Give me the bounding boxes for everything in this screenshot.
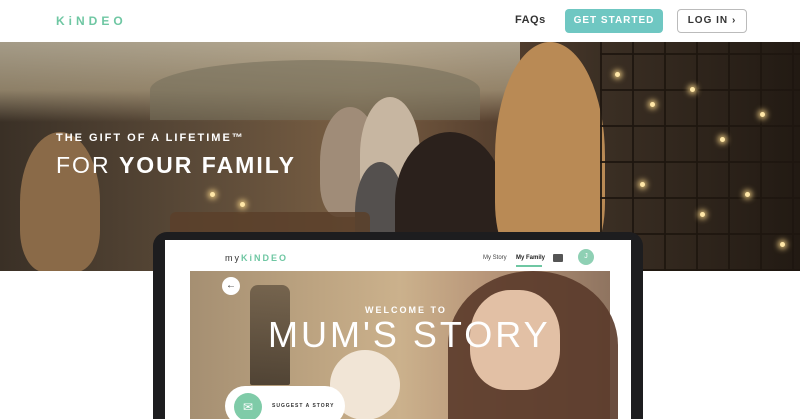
suggest-story-label[interactable]: SUGGEST A STORY: [272, 403, 334, 409]
hero-title-prefix: FOR: [56, 152, 119, 178]
active-tab-indicator: [516, 265, 542, 267]
avatar[interactable]: J: [578, 249, 594, 265]
story-title: MUM'S STORY: [268, 314, 551, 355]
string-light: [640, 182, 645, 187]
string-light: [615, 72, 620, 77]
string-light: [780, 242, 785, 247]
tab-my-family[interactable]: My Family: [516, 255, 545, 261]
login-button[interactable]: LOG IN ›: [677, 9, 747, 33]
string-light: [745, 192, 750, 197]
mykindeo-brand: KiNDEO: [241, 253, 289, 263]
hero-subtitle: THE GIFT OF A LIFETIME™: [56, 132, 245, 144]
string-light: [650, 102, 655, 107]
mykindeo-logo: myKiNDEO: [225, 253, 288, 263]
back-arrow-icon[interactable]: ←: [222, 277, 240, 295]
chevron-right-icon: ›: [731, 15, 737, 26]
candle-light: [240, 202, 245, 207]
get-started-button[interactable]: GET STARTED: [565, 9, 663, 33]
kindeo-logo[interactable]: KiNDEO: [56, 14, 127, 28]
candle-light: [210, 192, 215, 197]
hero-hill: [150, 60, 480, 120]
mykindeo-prefix: my: [225, 253, 241, 263]
hero-title-bold: YOUR FAMILY: [118, 152, 297, 178]
landing-page: KiNDEO FAQs GET STARTED LOG IN › THE GIF…: [0, 0, 800, 419]
string-light: [760, 112, 765, 117]
mail-icon[interactable]: [553, 254, 563, 262]
string-light: [700, 212, 705, 217]
tab-my-story[interactable]: My Story: [483, 255, 507, 261]
top-header: KiNDEO FAQs GET STARTED LOG IN ›: [0, 0, 800, 42]
login-label: LOG IN: [687, 15, 729, 26]
hero-title: FOR YOUR FAMILY: [56, 152, 296, 179]
string-light: [690, 87, 695, 92]
faq-link[interactable]: FAQs: [515, 14, 546, 26]
envelope-icon[interactable]: ✉: [234, 393, 262, 419]
string-light: [720, 137, 725, 142]
